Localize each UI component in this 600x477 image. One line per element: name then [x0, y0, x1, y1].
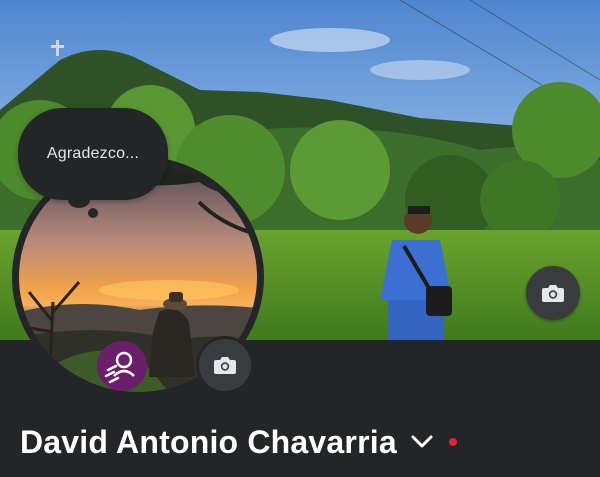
profile-name-row: David Antonio Chavarria: [20, 420, 457, 464]
avatar-badge-icon[interactable]: [96, 340, 148, 392]
profile-name: David Antonio Chavarria: [20, 423, 397, 460]
chevron-down-icon: [411, 435, 433, 448]
profile-menu-button[interactable]: [411, 435, 433, 449]
profile-note-text: Agradezco...: [46, 145, 140, 162]
notification-dot: [448, 438, 457, 446]
avatar-camera-button[interactable]: [196, 336, 254, 394]
note-bubble-tail: [68, 192, 90, 208]
note-bubble-tail-dot: [88, 208, 98, 218]
camera-icon: [542, 285, 564, 302]
profile-note-bubble[interactable]: Agradezco...: [18, 108, 168, 200]
camera-icon: [214, 357, 236, 374]
cover-camera-button[interactable]: [526, 266, 580, 320]
